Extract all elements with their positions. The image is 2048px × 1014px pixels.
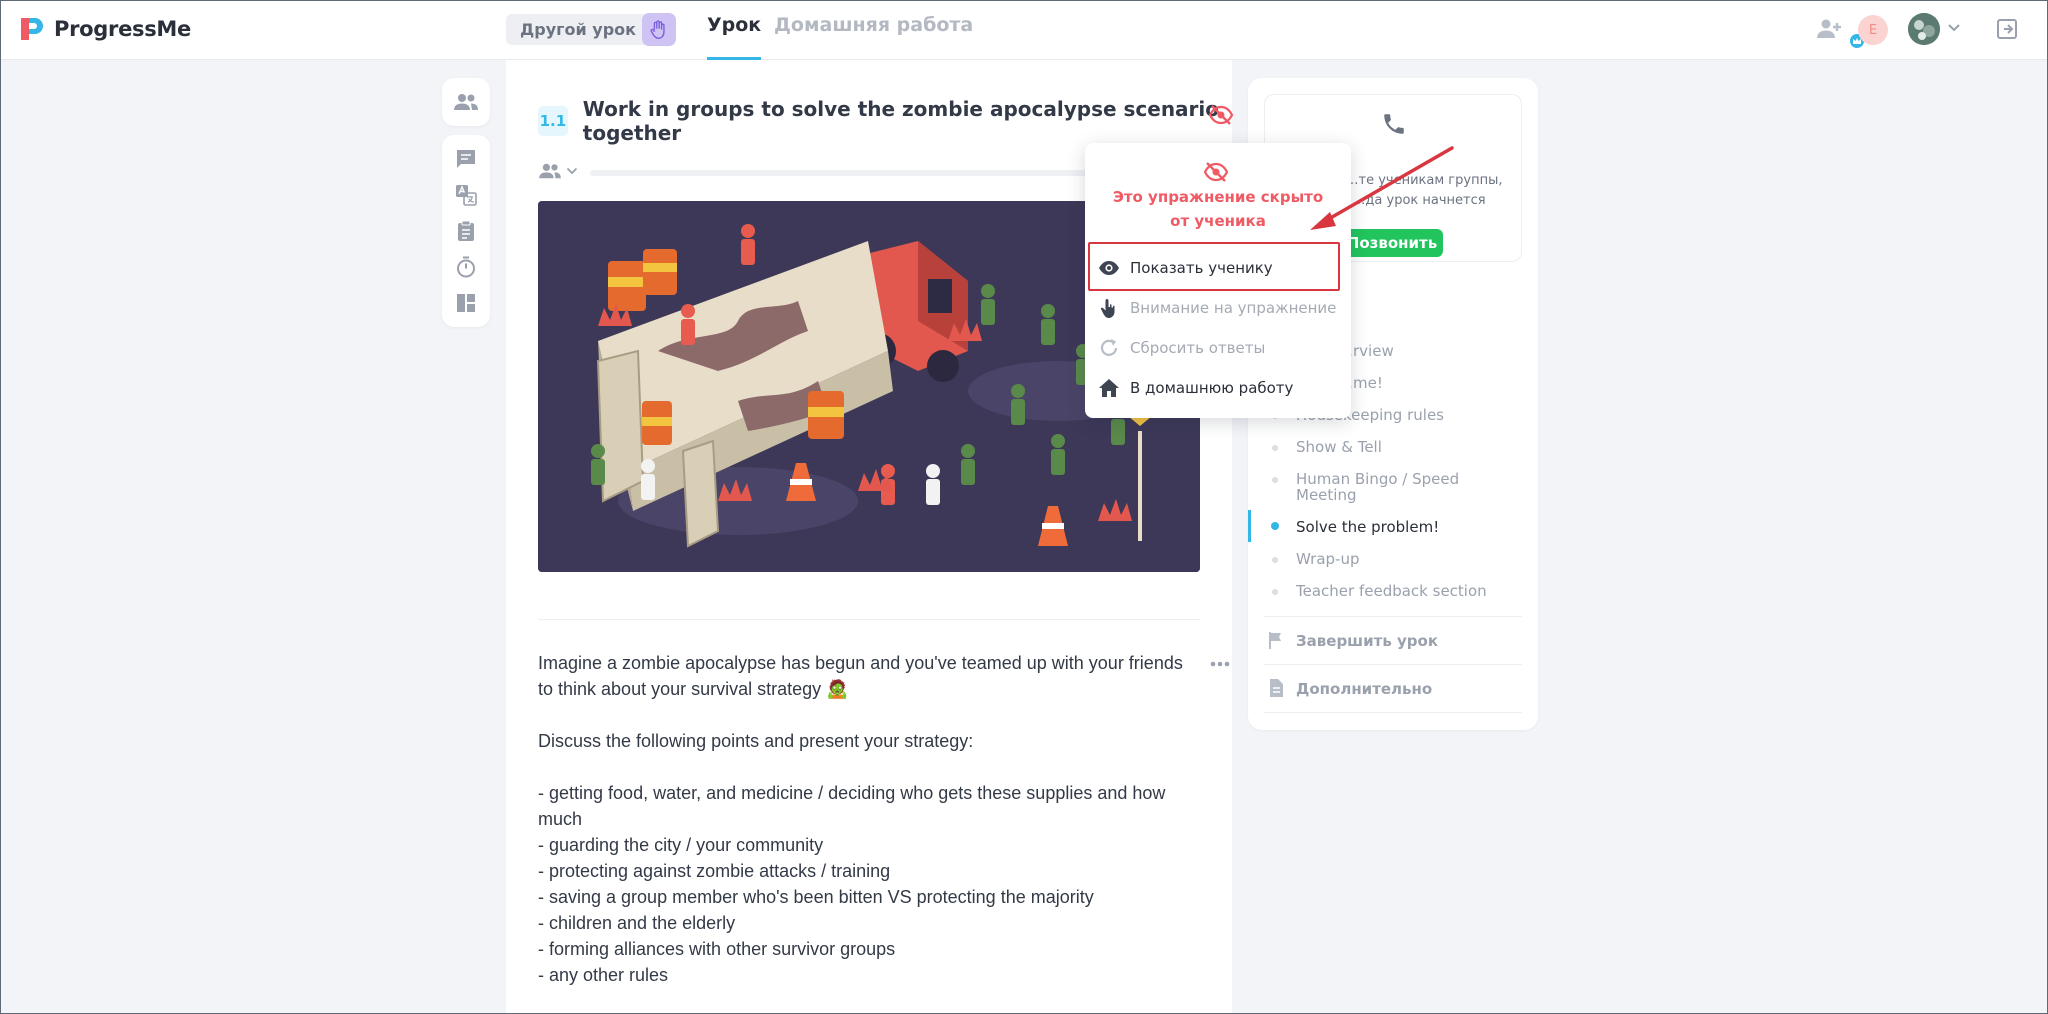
group-selector[interactable] <box>538 160 578 182</box>
panel-divider <box>1264 616 1522 617</box>
timer-icon[interactable] <box>454 255 478 279</box>
plan-bullet <box>1272 557 1278 563</box>
eye-off-icon[interactable] <box>1208 104 1234 130</box>
list-item: - protecting against zombie attacks / tr… <box>538 861 891 881</box>
chevron-down-icon <box>566 167 578 175</box>
tool-rail <box>442 135 490 327</box>
exercise-prompt: Discuss the following points and present… <box>538 731 974 751</box>
progressme-logo-icon <box>18 15 46 43</box>
plan-bullet <box>1272 445 1278 451</box>
more-options-icon[interactable] <box>1208 656 1232 672</box>
exercise-title: Work in groups to solve the zombie apoca… <box>582 97 1220 145</box>
user-avatar[interactable] <box>1908 13 1940 45</box>
highlight-box <box>1088 242 1340 291</box>
reset-icon <box>1100 339 1118 356</box>
list-item: - getting food, water, and medicine / de… <box>538 783 1171 829</box>
chevron-down-icon[interactable] <box>1946 20 1962 36</box>
list-item: - any other rules <box>538 965 669 985</box>
logout-icon[interactable] <box>1992 14 2022 44</box>
annotation-arrow <box>1310 146 1454 230</box>
group-icon <box>454 94 478 110</box>
exercise-intro: Imagine a zombie apocalypse has begun an… <box>538 653 1188 699</box>
app-logo[interactable]: ProgressMe <box>18 14 191 44</box>
add-student-icon[interactable] <box>1814 14 1844 44</box>
app-name: ProgressMe <box>54 17 191 41</box>
list-item: - forming alliances with other survivor … <box>538 939 896 959</box>
raise-hand-button[interactable] <box>642 13 676 46</box>
tab-homework[interactable]: Домашняя работа <box>774 14 973 60</box>
hand-icon <box>650 19 665 39</box>
panel-divider <box>1264 712 1522 713</box>
plan-item[interactable]: …me! <box>1338 375 1538 391</box>
group-icon <box>539 163 561 179</box>
tab-lesson[interactable]: Урок <box>707 14 762 60</box>
chat-icon[interactable] <box>454 147 478 171</box>
panel-divider <box>1264 664 1522 665</box>
plan-item[interactable]: Wrap-up <box>1296 551 1496 567</box>
menu-item-reset-answers[interactable]: Сбросить ответы <box>1095 330 1341 366</box>
home-icon <box>1099 379 1119 397</box>
plan-item[interactable]: …rview <box>1338 343 1538 359</box>
other-lesson-button[interactable]: Другой урок <box>506 14 650 45</box>
plan-bullet <box>1272 589 1278 595</box>
document-icon <box>1266 678 1286 698</box>
menu-item-label: Внимание на упражнение <box>1130 299 1337 317</box>
plan-item[interactable]: Teacher feedback section <box>1296 583 1496 599</box>
phone-icon <box>1384 114 1404 134</box>
layout-icon[interactable] <box>454 291 478 315</box>
exercise-body: Imagine a zombie apocalypse has begun an… <box>538 650 1200 988</box>
active-plan-marker <box>1248 510 1251 542</box>
hidden-notice: Это упражнение скрыто от ученика <box>1112 188 1324 230</box>
list-item: - guarding the city / your community <box>538 835 824 855</box>
clipboard-icon[interactable] <box>454 219 478 243</box>
progress-track <box>590 170 1090 176</box>
pointer-hand-icon <box>1100 299 1115 318</box>
plan-item-active[interactable]: Solve the problem! <box>1296 519 1496 535</box>
extra-button[interactable]: Дополнительно <box>1296 680 1432 698</box>
plan-item[interactable]: Human Bingo / Speed Meeting <box>1296 471 1496 503</box>
menu-item-to-homework[interactable]: В домашнюю работу <box>1095 370 1341 406</box>
plan-item[interactable]: Show & Tell <box>1296 439 1496 455</box>
finish-lesson-button[interactable]: Завершить урок <box>1296 632 1438 650</box>
eye-off-icon <box>1203 161 1229 185</box>
plan-bullet-active <box>1271 522 1279 530</box>
menu-item-label: В домашнюю работу <box>1130 379 1294 397</box>
translate-icon[interactable] <box>454 183 478 207</box>
exercise-number: 1.1 <box>538 106 568 136</box>
list-item: - saving a group member who's been bitte… <box>538 887 1094 907</box>
list-item: - children and the elderly <box>538 913 736 933</box>
student-avatar[interactable]: E <box>1858 15 1888 45</box>
flag-icon <box>1266 630 1286 650</box>
students-button[interactable] <box>442 78 490 126</box>
menu-item-attention[interactable]: Внимание на упражнение <box>1095 290 1341 326</box>
plan-bullet <box>1272 477 1278 483</box>
exercise-header: 1.1 Work in groups to solve the zombie a… <box>538 97 1232 145</box>
content-divider <box>538 619 1200 620</box>
top-bar: ProgressMe Другой урок Урок Домашняя раб… <box>0 0 2048 60</box>
menu-item-label: Сбросить ответы <box>1130 339 1266 357</box>
